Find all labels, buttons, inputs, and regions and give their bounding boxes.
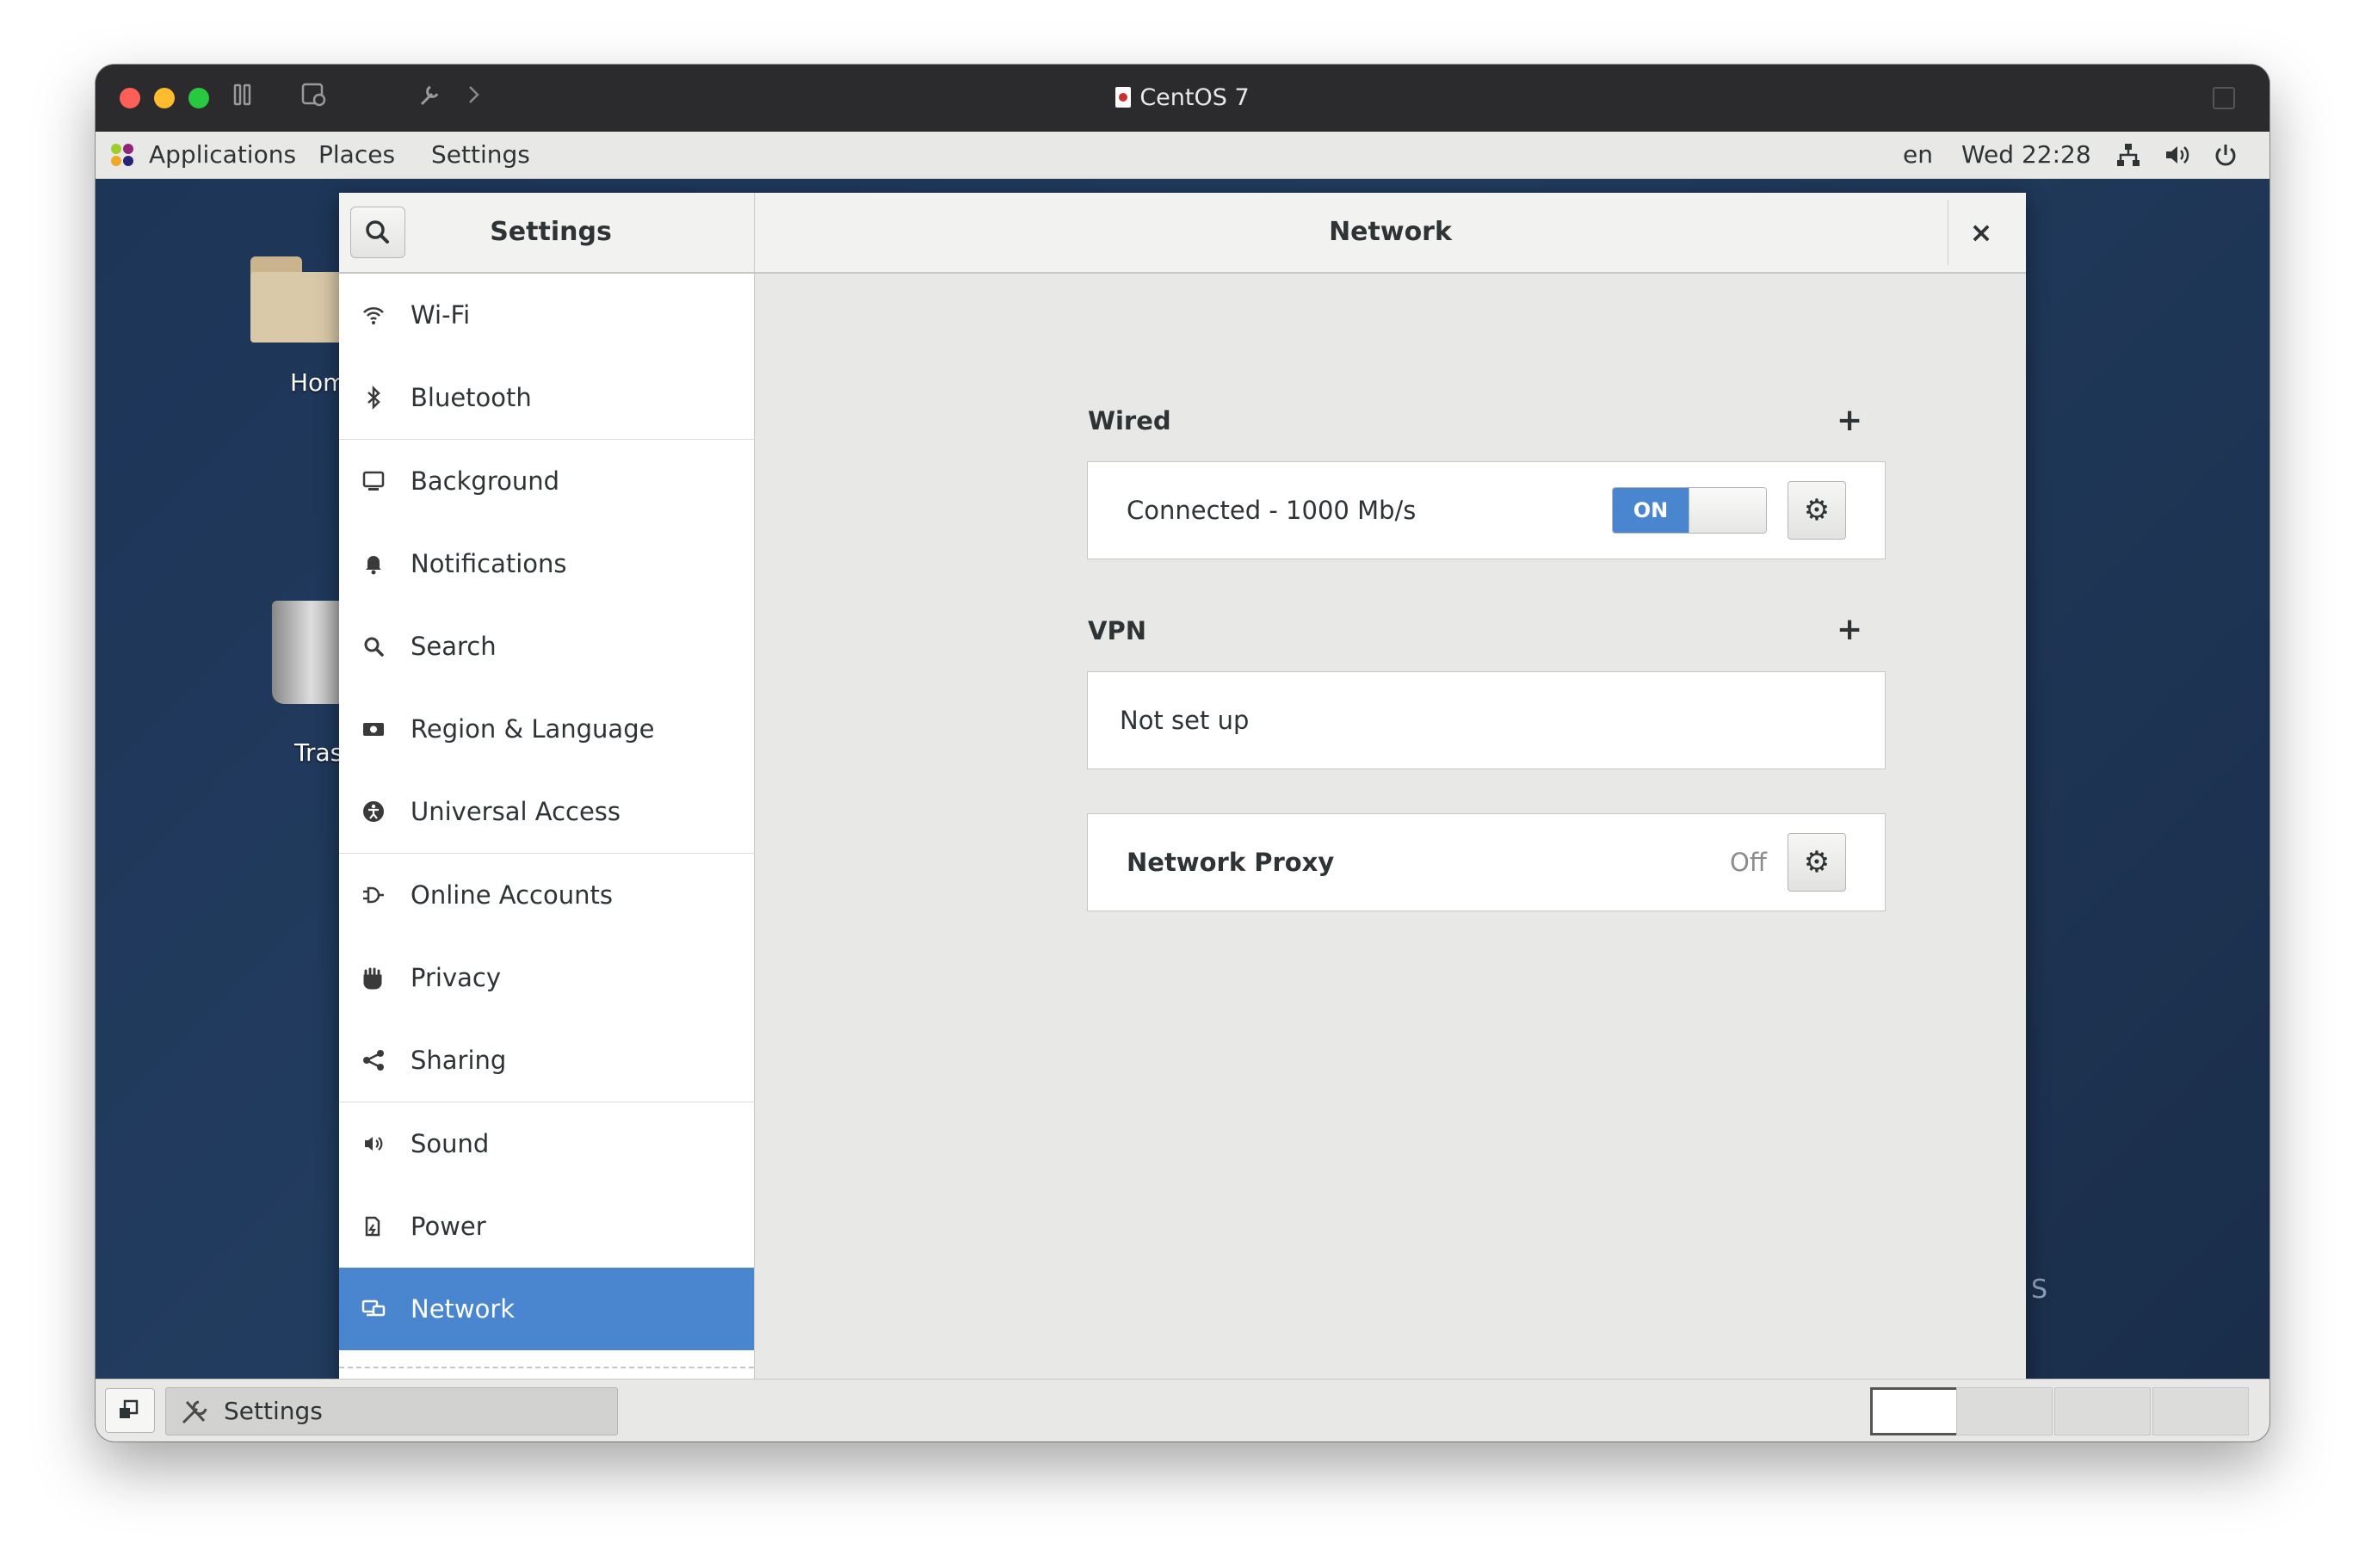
vm-window-title: CentOS 7 <box>96 65 2269 132</box>
sidebar-item-label: Search <box>411 632 497 661</box>
trash-icon[interactable] <box>272 592 349 704</box>
vpn-row: Not set up <box>1087 671 1886 769</box>
sidebar-title: Settings <box>490 217 612 247</box>
panel-header: Network × <box>755 193 2026 274</box>
taskbar-item-label: Settings <box>224 1397 323 1425</box>
network-icon <box>361 1297 386 1321</box>
taskbar-item-settings[interactable]: Settings <box>165 1387 618 1435</box>
settings-window: Settings Network × Wi-Fi Bluetooth Backg… <box>339 193 2026 1398</box>
bell-icon <box>361 552 386 576</box>
toggle-on-label: ON <box>1613 488 1689 533</box>
volume-icon[interactable] <box>2164 142 2189 168</box>
wired-status: Connected - 1000 Mb/s <box>1127 496 1417 525</box>
workspace-4[interactable] <box>2152 1387 2249 1435</box>
gear-icon: ⚙ <box>1803 845 1831 880</box>
sidebar-item-bluetooth[interactable]: Bluetooth <box>339 356 754 439</box>
sidebar-item-notifications[interactable]: Notifications <box>339 522 754 605</box>
home-folder-label[interactable]: Hom <box>290 368 346 397</box>
sidebar-item-label: Notifications <box>411 549 567 578</box>
vpn-status: Not set up <box>1120 706 1250 735</box>
applications-menu[interactable]: Applications <box>149 132 296 178</box>
vm-title-text: CentOS 7 <box>1139 84 1250 111</box>
sidebar-item-sound[interactable]: Sound <box>339 1102 754 1185</box>
settings-sidebar: Wi-Fi Bluetooth Background Notifications… <box>339 274 755 1398</box>
sidebar-scroll-edge <box>339 1367 754 1369</box>
wifi-icon <box>361 303 386 327</box>
workspace-2[interactable] <box>1956 1387 2053 1435</box>
network-proxy-status: Off <box>1730 848 1767 877</box>
sidebar-item-wifi[interactable]: Wi-Fi <box>339 274 754 356</box>
gnome-top-bar: Applications Places Settings en Wed 22:2… <box>96 132 2269 179</box>
add-wired-button[interactable]: + <box>1837 405 1862 436</box>
sidebar-item-label: Privacy <box>411 963 501 992</box>
hand-icon <box>361 966 386 990</box>
accessibility-icon <box>361 799 386 824</box>
document-icon <box>1115 87 1132 108</box>
panel-title: Network <box>1329 217 1452 247</box>
vm-titlebar: CentOS 7 <box>96 65 2269 132</box>
places-menu[interactable]: Places <box>318 132 395 178</box>
sidebar-item-search[interactable]: Search <box>339 605 754 688</box>
sidebar-item-label: Background <box>411 466 560 496</box>
sidebar-item-label: Online Accounts <box>411 880 613 910</box>
sidebar-item-label: Power <box>411 1212 486 1241</box>
sidebar-item-region-language[interactable]: Region & Language <box>339 688 754 770</box>
vm-window: CentOS 7 Applications Places Settings en… <box>96 65 2269 1441</box>
proxy-settings-button[interactable]: ⚙ <box>1788 833 1846 892</box>
sidebar-item-label: Sound <box>411 1129 490 1158</box>
sidebar-item-online-accounts[interactable]: Online Accounts <box>339 854 754 936</box>
speaker-icon <box>361 1132 386 1156</box>
centos-logo-icon <box>111 144 135 168</box>
show-desktop-button[interactable] <box>105 1388 155 1433</box>
wired-settings-button[interactable]: ⚙ <box>1788 481 1846 540</box>
wired-connection-row[interactable]: Connected - 1000 Mb/s ON ⚙ <box>1087 461 1886 559</box>
settings-tools-icon <box>180 1398 209 1424</box>
search-icon <box>361 634 386 658</box>
restore-icon[interactable] <box>2213 87 2235 109</box>
desktop-corner-text: S <box>2030 1275 2047 1305</box>
workspace-3[interactable] <box>2054 1387 2151 1435</box>
online-accounts-icon <box>361 883 386 907</box>
add-vpn-button[interactable]: + <box>1837 614 1862 645</box>
sidebar-item-power[interactable]: Power <box>339 1185 754 1268</box>
sidebar-item-label: Bluetooth <box>411 383 532 412</box>
bottom-panel: Settings <box>96 1379 2269 1441</box>
workspace-1[interactable] <box>1870 1387 1967 1435</box>
bluetooth-icon <box>361 385 386 411</box>
trash-label[interactable]: Tras <box>294 738 343 767</box>
sidebar-item-universal-access[interactable]: Universal Access <box>339 770 754 853</box>
power-plug-icon <box>361 1214 386 1238</box>
wired-toggle-switch[interactable]: ON <box>1612 487 1767 534</box>
clock[interactable]: Wed 22:28 <box>1961 132 2091 178</box>
close-button[interactable]: × <box>1957 208 2005 256</box>
sidebar-item-label: Sharing <box>411 1046 507 1075</box>
toggle-knob <box>1689 488 1766 533</box>
settings-menu[interactable]: Settings <box>431 132 530 178</box>
wired-heading: Wired <box>1088 406 1171 435</box>
sidebar-header: Settings <box>339 193 755 274</box>
input-language-indicator[interactable]: en <box>1903 132 1933 178</box>
region-icon <box>361 717 386 741</box>
sidebar-item-label: Region & Language <box>411 714 655 744</box>
sidebar-item-label: Wi-Fi <box>411 300 471 330</box>
network-proxy-row[interactable]: Network Proxy Off ⚙ <box>1087 813 1886 911</box>
sidebar-item-label: Network <box>411 1294 516 1324</box>
show-desktop-icon <box>120 1399 139 1418</box>
sidebar-item-background[interactable]: Background <box>339 440 754 522</box>
gear-icon: ⚙ <box>1803 493 1831 528</box>
sidebar-item-privacy[interactable]: Privacy <box>339 936 754 1019</box>
home-folder-icon[interactable] <box>250 256 354 343</box>
sidebar-item-label: Universal Access <box>411 797 621 826</box>
wired-network-icon[interactable] <box>2115 142 2141 168</box>
share-icon <box>361 1048 386 1072</box>
network-proxy-label: Network Proxy <box>1127 848 1335 877</box>
background-icon <box>361 469 386 493</box>
sidebar-item-sharing[interactable]: Sharing <box>339 1019 754 1102</box>
power-icon[interactable] <box>2213 142 2238 168</box>
vpn-heading: VPN <box>1088 616 1146 645</box>
sidebar-item-network[interactable]: Network <box>339 1268 754 1350</box>
